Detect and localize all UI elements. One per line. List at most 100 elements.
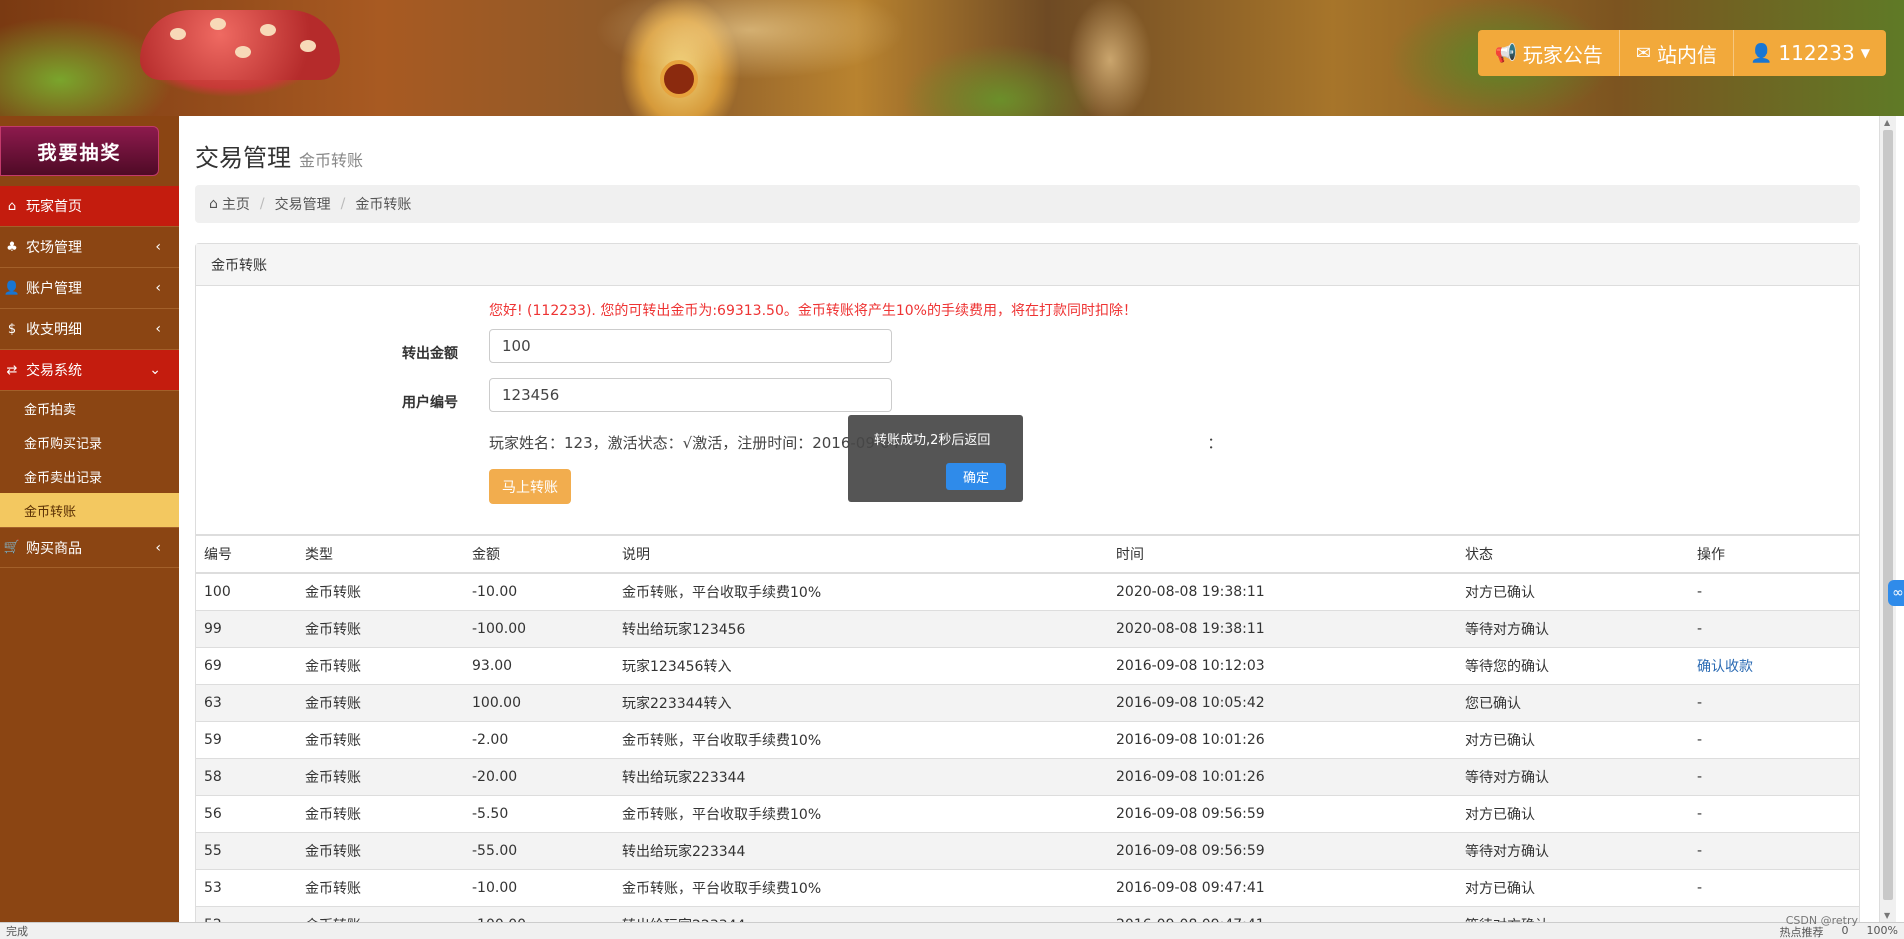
- cell-status: 等待对方确认: [1457, 905, 1689, 922]
- cell-time: 2016-09-08 10:05:42: [1108, 683, 1457, 721]
- banner-light: [520, 0, 980, 116]
- table-row: 55 金币转账 -55.00 转出给玩家223344 2016-09-08 09:56:…: [196, 831, 1859, 869]
- sidebar-item-shop[interactable]: 🛒 购买商品 ‹: [0, 527, 179, 568]
- lottery-button[interactable]: 我要抽奖: [0, 126, 159, 176]
- transfer-button[interactable]: 马上转账: [489, 469, 571, 504]
- sidebar-item-label: 收支明细: [26, 322, 82, 338]
- door-illustration: [660, 60, 698, 98]
- cell-type: 金币转账: [297, 720, 464, 758]
- announcement-link[interactable]: 📢 玩家公告: [1478, 30, 1618, 76]
- success-dialog: 转账成功,2秒后返回 确定: [848, 415, 1023, 502]
- home-icon: ⌂: [209, 196, 218, 212]
- cell-id: 59: [196, 720, 297, 758]
- sidebar-item-farm[interactable]: ♣ 农场管理 ‹: [0, 227, 179, 268]
- sidebar-item-label: 购买商品: [26, 540, 82, 557]
- cell-desc: 金币转账，平台收取手续费10%: [614, 794, 1108, 832]
- scrollbar-thumb[interactable]: [1883, 130, 1893, 900]
- zoom-level[interactable]: 100%: [1867, 924, 1898, 939]
- user-icon: 👤: [3, 280, 21, 296]
- cell-desc: 玩家123456转入: [614, 646, 1108, 684]
- user-id-input[interactable]: 123456: [489, 378, 892, 412]
- chevron-left-icon: ‹: [155, 280, 161, 296]
- cell-id: 58: [196, 757, 297, 795]
- dialog-ok-button[interactable]: 确定: [946, 463, 1006, 490]
- user-menu[interactable]: 👤 112233 ▼: [1732, 30, 1886, 76]
- watermark: CSDN @retry: [1785, 914, 1858, 927]
- player-info-text: 玩家姓名：123，激活状态：√激活，注册时间：2016-09-04: [489, 434, 900, 452]
- envelope-icon: ✉: [1635, 42, 1651, 64]
- cell-action: -: [1689, 794, 1859, 832]
- breadcrumb-trade[interactable]: 交易管理: [275, 194, 331, 214]
- breadcrumb-current: 金币转账: [355, 197, 412, 213]
- chevron-left-icon: ‹: [155, 239, 161, 255]
- sidebar-item-gold-transfer[interactable]: 金币转账: [0, 493, 179, 527]
- breadcrumb-home[interactable]: 主页: [222, 194, 250, 214]
- cell-time: 2016-09-08 10:01:26: [1108, 757, 1457, 795]
- col-status: 状态: [1457, 534, 1689, 574]
- sidebar-item-trade[interactable]: ⇄ 交易系统 ⌄: [0, 350, 179, 391]
- scroll-up-icon[interactable]: ▲: [1884, 118, 1890, 127]
- amount-input[interactable]: 100: [489, 329, 892, 363]
- table-row: 53 金币转账 -10.00 金币转账，平台收取手续费10% 2016-09-08 09…: [196, 868, 1859, 906]
- cell-type: 金币转账: [297, 794, 464, 832]
- table-row: 63 金币转账 100.00 玩家223344转入 2016-09-08 10:05:4…: [196, 683, 1859, 721]
- messages-link[interactable]: ✉ 站内信: [1618, 30, 1733, 76]
- cell-time: 2016-09-08 09:56:59: [1108, 831, 1457, 869]
- cell-desc: 金币转账，平台收取手续费10%: [614, 572, 1108, 610]
- page-subtitle: 金币转账: [299, 151, 364, 170]
- cell-id: 100: [196, 572, 297, 610]
- announcement-label: 玩家公告: [1522, 42, 1603, 67]
- cell-time: 2016-09-08 09:56:59: [1108, 794, 1457, 832]
- cell-status: 等待对方确认: [1457, 609, 1689, 647]
- table-row: 59 金币转账 -2.00 金币转账，平台收取手续费10% 2016-09-08 10:…: [196, 720, 1859, 758]
- sidebar-item-gold-sales[interactable]: 金币卖出记录: [0, 459, 179, 493]
- cell-action: -: [1689, 831, 1859, 869]
- chevron-left-icon: ‹: [155, 321, 161, 337]
- page-header: 交易管理 金币转账: [195, 138, 1860, 173]
- confirm-receipt-link[interactable]: 确认收款: [1697, 659, 1753, 675]
- cell-desc: 转出给玩家223344: [614, 757, 1108, 795]
- table-row: 100 金币转账 -10.00 金币转账，平台收取手续费10% 2020-08-08 1…: [196, 572, 1859, 610]
- cell-amount: 100.00: [464, 683, 614, 721]
- col-amount: 金额: [464, 534, 614, 574]
- sidebar-item-home[interactable]: ⌂ 玩家首页: [0, 186, 179, 227]
- sidebar-item-label: 农场管理: [26, 240, 82, 256]
- sidebar-item-label: 玩家首页: [26, 199, 82, 215]
- cell-action: -: [1689, 572, 1859, 610]
- cell-action: -: [1689, 757, 1859, 795]
- transfer-table: 编号 类型 金额 说明 时间 状态 操作 100 金币转账 -10.00 金币转账，平…: [196, 534, 1859, 922]
- cell-time: 2016-09-08 09:47:41: [1108, 905, 1457, 922]
- sidebar-item-gold-purchase[interactable]: 金币购买记录: [0, 425, 179, 459]
- link-icon: ∞: [1892, 585, 1904, 601]
- cell-time: 2020-08-08 19:38:11: [1108, 572, 1457, 610]
- cell-desc: 金币转账，平台收取手续费10%: [614, 720, 1108, 758]
- table-row: 99 金币转账 -100.00 转出给玩家123456 2020-08-08 19:38…: [196, 609, 1859, 647]
- dialog-message: 转账成功,2秒后返回: [874, 433, 991, 448]
- scroll-down-icon[interactable]: ▼: [1884, 911, 1890, 920]
- cell-amount: -10.00: [464, 572, 614, 610]
- cell-amount: 93.00: [464, 646, 614, 684]
- cell-status: 您已确认: [1457, 683, 1689, 721]
- sidebar-item-gold-auction[interactable]: 金币拍卖: [0, 391, 179, 425]
- transfer-form: 您好! (112233). 您的可转出金币为:69313.50。金币转账将产生1…: [196, 286, 1859, 534]
- sidebar-menu: ⌂ 玩家首页 ♣ 农场管理 ‹ 👤 账户管理 ‹ $ 收支明细 ‹ ⇄ 交易系统…: [0, 186, 179, 568]
- table-body: 100 金币转账 -10.00 金币转账，平台收取手续费10% 2020-08-08 1…: [196, 572, 1859, 922]
- table-row: 58 金币转账 -20.00 转出给玩家223344 2016-09-08 10:01:…: [196, 757, 1859, 795]
- sidebar-item-income[interactable]: $ 收支明细 ‹: [0, 309, 179, 350]
- balance-notice: 您好! (112233). 您的可转出金币为:69313.50。金币转账将产生1…: [489, 303, 1137, 319]
- cell-type: 金币转账: [297, 572, 464, 610]
- vertical-scrollbar[interactable]: ▲ ▼: [1879, 116, 1896, 922]
- cell-time: 2016-09-08 10:12:03: [1108, 646, 1457, 684]
- cell-type: 金币转账: [297, 609, 464, 647]
- cell-type: 金币转账: [297, 831, 464, 869]
- side-float-tab[interactable]: ∞: [1888, 580, 1904, 606]
- messages-label: 站内信: [1656, 42, 1717, 67]
- browser-status-bar: 完成 热点推荐 0 100%: [0, 922, 1904, 939]
- cell-type: 金币转账: [297, 757, 464, 795]
- table-header-row: 编号 类型 金额 说明 时间 状态 操作: [196, 534, 1859, 574]
- cell-action: 确认收款: [1689, 646, 1859, 684]
- cell-desc: 转出给玩家223344: [614, 905, 1108, 922]
- sidebar-item-account[interactable]: 👤 账户管理 ‹: [0, 268, 179, 309]
- cell-amount: -20.00: [464, 757, 614, 795]
- user-id-label: 用户编号: [402, 395, 458, 411]
